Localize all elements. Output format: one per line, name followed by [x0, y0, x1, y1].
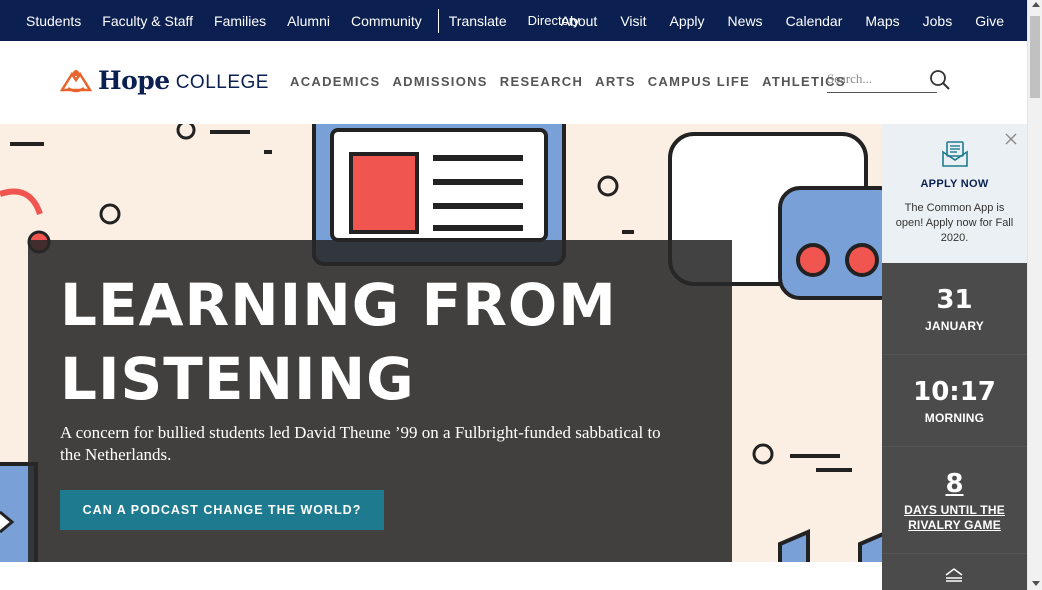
close-icon[interactable] — [1004, 132, 1018, 146]
site-logo[interactable]: Hope COLLEGE — [60, 66, 269, 95]
date-number: 31 — [936, 285, 973, 315]
logo-hope-text: Hope — [98, 66, 170, 95]
nav-academics[interactable]: ACADEMICS — [290, 74, 380, 89]
nav-arts[interactable]: ARTS — [595, 74, 636, 89]
rivalry-days-number[interactable]: 8 — [882, 469, 1027, 499]
search-field — [827, 69, 937, 93]
search-input[interactable] — [827, 69, 927, 87]
logo-college-text: COLLEGE — [175, 71, 269, 93]
hero-subtitle: A concern for bullied students led David… — [60, 423, 661, 464]
podcast-cta-button[interactable]: CAN A PODCAST CHANGE THE WORLD? — [60, 490, 384, 530]
topbar-divider — [437, 8, 439, 33]
rivalry-countdown-block[interactable]: 8 DAYS UNTIL THE RIVALRY GAME — [882, 447, 1027, 554]
link-translate[interactable]: Translate — [449, 13, 507, 29]
utility-links: About Visit Apply News Calendar Maps Job… — [538, 0, 1004, 41]
page-scrollbar[interactable] — [1027, 0, 1042, 590]
link-students[interactable]: Students — [26, 13, 81, 29]
utility-bar: Students Faculty & Staff Families Alumni… — [0, 0, 1027, 41]
search-icon[interactable] — [929, 69, 951, 91]
link-calendar[interactable]: Calendar — [786, 13, 843, 29]
time-number: 10:17 — [913, 377, 996, 407]
link-apply[interactable]: Apply — [670, 13, 705, 29]
more-block[interactable] — [882, 554, 1027, 590]
layers-icon[interactable] — [944, 567, 964, 583]
link-visit[interactable]: Visit — [620, 13, 646, 29]
hero-title: LEARNING FROM LISTENING — [60, 271, 617, 413]
main-nav: ACADEMICS ADMISSIONS RESEARCH ARTS CAMPU… — [290, 74, 858, 89]
link-community[interactable]: Community — [351, 13, 422, 29]
apply-now-panel[interactable]: APPLY NOW The Common App is open! Apply … — [882, 124, 1027, 263]
nav-admissions[interactable]: ADMISSIONS — [392, 74, 487, 89]
link-faculty-staff[interactable]: Faculty & Staff — [102, 13, 193, 29]
link-about[interactable]: About — [561, 13, 598, 29]
nav-campus-life[interactable]: CAMPUS LIFE — [648, 74, 750, 89]
rivalry-days-label[interactable]: DAYS UNTIL THE RIVALRY GAME — [882, 503, 1027, 533]
scroll-up-arrow-icon[interactable] — [1032, 2, 1040, 7]
date-block: 31 JANUARY — [882, 263, 1027, 355]
scrollbar-thumb[interactable] — [1030, 16, 1040, 98]
scroll-down-arrow-icon[interactable] — [1032, 581, 1040, 586]
time-label: MORNING — [924, 411, 985, 425]
link-families[interactable]: Families — [214, 13, 266, 29]
site-header: Hope COLLEGE ACADEMICS ADMISSIONS RESEAR… — [0, 41, 1027, 124]
apply-now-title: APPLY NOW — [920, 178, 989, 190]
date-label: JANUARY — [925, 319, 984, 333]
application-document-icon — [942, 141, 968, 167]
link-maps[interactable]: Maps — [865, 13, 899, 29]
nav-research[interactable]: RESEARCH — [500, 74, 583, 89]
link-jobs[interactable]: Jobs — [923, 13, 953, 29]
anchor-logo-icon — [60, 69, 92, 92]
hero-banner: LEARNING FROM LISTENING A concern for bu… — [0, 124, 882, 590]
audience-links: Students Faculty & Staff Families Alumni… — [26, 0, 601, 41]
hero-overlay: LEARNING FROM LISTENING A concern for bu… — [28, 240, 732, 562]
link-news[interactable]: News — [728, 13, 763, 29]
link-give[interactable]: Give — [975, 13, 1004, 29]
link-alumni[interactable]: Alumni — [287, 13, 330, 29]
time-block: 10:17 MORNING — [882, 355, 1027, 447]
apply-now-description: The Common App is open! Apply now for Fa… — [895, 202, 1014, 244]
